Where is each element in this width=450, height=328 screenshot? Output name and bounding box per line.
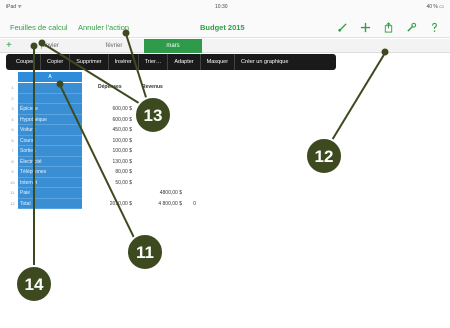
cell-expense[interactable]: 50,00 $: [84, 178, 132, 189]
table-row[interactable]: 12 Total 2010,00 $ 4 800,00 $0: [8, 198, 208, 210]
callout-12-label: 12: [315, 147, 334, 166]
context-menu: Couper Copier Supprimer Insérer Trier… A…: [6, 54, 336, 70]
cell-expense[interactable]: 600,00 $: [84, 115, 132, 126]
cell-extra[interactable]: 0: [184, 199, 196, 210]
clock: 10:30: [215, 4, 228, 10]
cell-category[interactable]: Hypothèque: [18, 114, 82, 125]
wrench-icon[interactable]: [405, 21, 417, 33]
callout-12-badge: [305, 137, 343, 175]
cell-income[interactable]: 4800,00 $: [136, 188, 182, 199]
cell-category[interactable]: [18, 83, 82, 94]
table-row[interactable]: 7 Sorties 100,00 $: [8, 146, 208, 157]
status-bar: iPad ᯤ 10:30 40 % ▭: [0, 0, 450, 16]
table-row[interactable]: 3 Épicerie 600,00 $: [8, 104, 208, 115]
cell-category[interactable]: Voiture: [18, 125, 82, 136]
cell-expense[interactable]: 100,00 $: [84, 136, 132, 147]
row-number: 8: [11, 158, 14, 164]
toolbar-icons: [336, 21, 440, 33]
cell-expense[interactable]: 450,00 $: [84, 125, 132, 136]
cell-category[interactable]: Cours: [18, 135, 82, 146]
callout-14-label: 14: [25, 275, 44, 294]
cell-category[interactable]: [18, 93, 82, 104]
row-number: 10: [10, 179, 15, 185]
cell-category[interactable]: Électricité: [18, 156, 82, 167]
menu-fit[interactable]: Adapter: [168, 54, 201, 70]
table-row[interactable]: 9 Téléphones 80,00 $: [8, 167, 208, 178]
table-row[interactable]: 8 Électricité 130,00 $: [8, 156, 208, 168]
help-icon[interactable]: [428, 21, 440, 33]
table-row[interactable]: 2: [8, 93, 208, 104]
cell-category[interactable]: Sorties: [18, 146, 82, 157]
callout-11-label: 11: [136, 243, 154, 262]
table-row[interactable]: 10 Internet 50,00 $: [8, 177, 208, 189]
document-title: Budget 2015: [200, 23, 245, 32]
cell-expense[interactable]: 130,00 $: [84, 157, 132, 168]
menu-delete[interactable]: Supprimer: [70, 54, 109, 70]
cell-category[interactable]: Téléphones: [18, 167, 82, 178]
cell-expense[interactable]: 100,00 $: [84, 146, 132, 157]
undo-link[interactable]: Annuler l'action: [78, 23, 129, 32]
spreadsheet-table: A Dépenses Revenus 1 2 3 Épicerie 600,00 $4 H…: [8, 72, 208, 212]
row-number: 7: [11, 148, 14, 153]
cell-income[interactable]: 4 800,00 $: [136, 199, 182, 210]
tab-janvier[interactable]: janvier: [30, 39, 70, 53]
cell-category[interactable]: Internet: [18, 177, 82, 188]
row-number: 1: [11, 85, 14, 90]
navigation-bar: Feuilles de calcul Annuler l'action Budg…: [0, 16, 450, 38]
brush-icon[interactable]: [336, 21, 348, 33]
menu-hide[interactable]: Masquer: [201, 54, 236, 70]
row-number: 5: [11, 127, 14, 132]
sheet-tab-bar: + janvier février mars: [0, 39, 450, 53]
table-row[interactable]: 4 Hypothèque 600,00 $: [8, 114, 208, 126]
row-number: 2: [11, 95, 14, 101]
menu-copy[interactable]: Copier: [41, 54, 71, 70]
cell-expense[interactable]: 2010,00 $: [84, 199, 132, 210]
cell-expense[interactable]: 80,00 $: [84, 167, 132, 178]
sheets-link[interactable]: Feuilles de calcul: [10, 23, 68, 32]
cell-category[interactable]: Total: [18, 198, 82, 209]
cell-expense[interactable]: 600,00 $: [84, 104, 132, 115]
table-row[interactable]: 11 Paie 4800,00 $: [8, 188, 208, 199]
menu-insert[interactable]: Insérer: [109, 54, 139, 70]
tab-fevrier[interactable]: février: [86, 39, 142, 53]
row-number: 11: [10, 190, 15, 195]
callout-11-badge: [126, 233, 164, 271]
battery-indicator: 40 % ▭: [426, 4, 444, 10]
row-number: 9: [11, 169, 14, 174]
column-a-header[interactable]: A: [18, 72, 82, 82]
tab-mars[interactable]: mars: [144, 39, 202, 53]
row-number: 12: [10, 200, 15, 206]
plus-icon[interactable]: [359, 21, 371, 33]
row-number: 3: [11, 106, 14, 111]
row-number: 6: [11, 137, 14, 143]
table-row[interactable]: 1: [8, 83, 208, 94]
menu-create-chart[interactable]: Créer un graphique: [235, 54, 294, 70]
cell-category[interactable]: Épicerie: [18, 104, 82, 115]
device-label: iPad ᯤ: [6, 4, 22, 10]
row-number: 4: [11, 116, 14, 122]
table-row[interactable]: 6 Cours 100,00 $: [8, 135, 208, 147]
cell-category[interactable]: Paie: [18, 188, 82, 199]
table-row[interactable]: 5 Voiture 450,00 $: [8, 125, 208, 136]
menu-sort[interactable]: Trier…: [139, 54, 169, 70]
callout-14-badge: [15, 265, 53, 303]
share-icon[interactable]: [382, 21, 394, 33]
add-sheet-button[interactable]: +: [6, 40, 12, 52]
menu-cut[interactable]: Couper: [10, 54, 42, 70]
